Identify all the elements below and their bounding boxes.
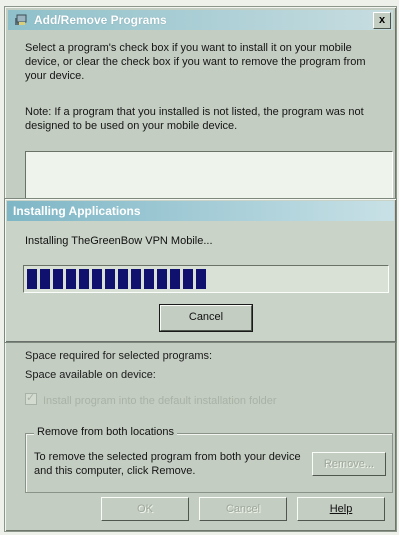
remove-group-text: To remove the selected program from both… — [34, 451, 301, 477]
space-available-label: Space available on device: — [25, 369, 156, 381]
progress-segment — [53, 269, 63, 289]
install-status-text: Installing TheGreenBow VPN Mobile... — [25, 235, 213, 247]
progress-segment — [196, 269, 206, 289]
progress-segment — [183, 269, 193, 289]
progress-segment — [92, 269, 102, 289]
progress-segment — [131, 269, 141, 289]
help-button[interactable]: Help — [297, 497, 385, 521]
cancel-button[interactable]: Cancel — [199, 497, 287, 521]
close-button[interactable]: x — [373, 12, 391, 29]
default-folder-checkbox-label: Install program into the default install… — [43, 395, 277, 407]
default-folder-option[interactable]: Install program into the default install… — [25, 391, 277, 407]
progress-segment — [170, 269, 180, 289]
space-required-label: Space required for selected programs: — [25, 350, 213, 362]
remove-group-title: Remove from both locations — [34, 426, 177, 438]
progress-segment — [144, 269, 154, 289]
progress-segment — [66, 269, 76, 289]
dialog-title: Installing Applications — [13, 204, 141, 218]
installing-dialog: Installing Applications Installing TheGr… — [4, 198, 397, 343]
remove-button[interactable]: Remove... — [312, 452, 386, 476]
dialog-cancel-button[interactable]: Cancel — [160, 305, 252, 331]
title-bar: Add/Remove Programs x — [8, 10, 393, 30]
install-progress-bar — [23, 265, 389, 293]
programs-icon — [15, 14, 27, 25]
note-text: Note: If a program that you installed is… — [25, 106, 364, 132]
default-folder-checkbox[interactable] — [25, 391, 37, 405]
progress-segment — [157, 269, 167, 289]
progress-segment — [118, 269, 128, 289]
dialog-title-bar: Installing Applications — [7, 201, 394, 221]
window-title: Add/Remove Programs — [34, 13, 167, 27]
ok-button[interactable]: OK — [101, 497, 189, 521]
progress-segment — [105, 269, 115, 289]
help-button-label: Help — [329, 503, 353, 515]
intro-text: Select a program's check box if you want… — [25, 42, 366, 82]
remove-group: Remove from both locations To remove the… — [25, 426, 393, 493]
progress-segment — [79, 269, 89, 289]
progress-segment — [27, 269, 37, 289]
progress-segment — [40, 269, 50, 289]
